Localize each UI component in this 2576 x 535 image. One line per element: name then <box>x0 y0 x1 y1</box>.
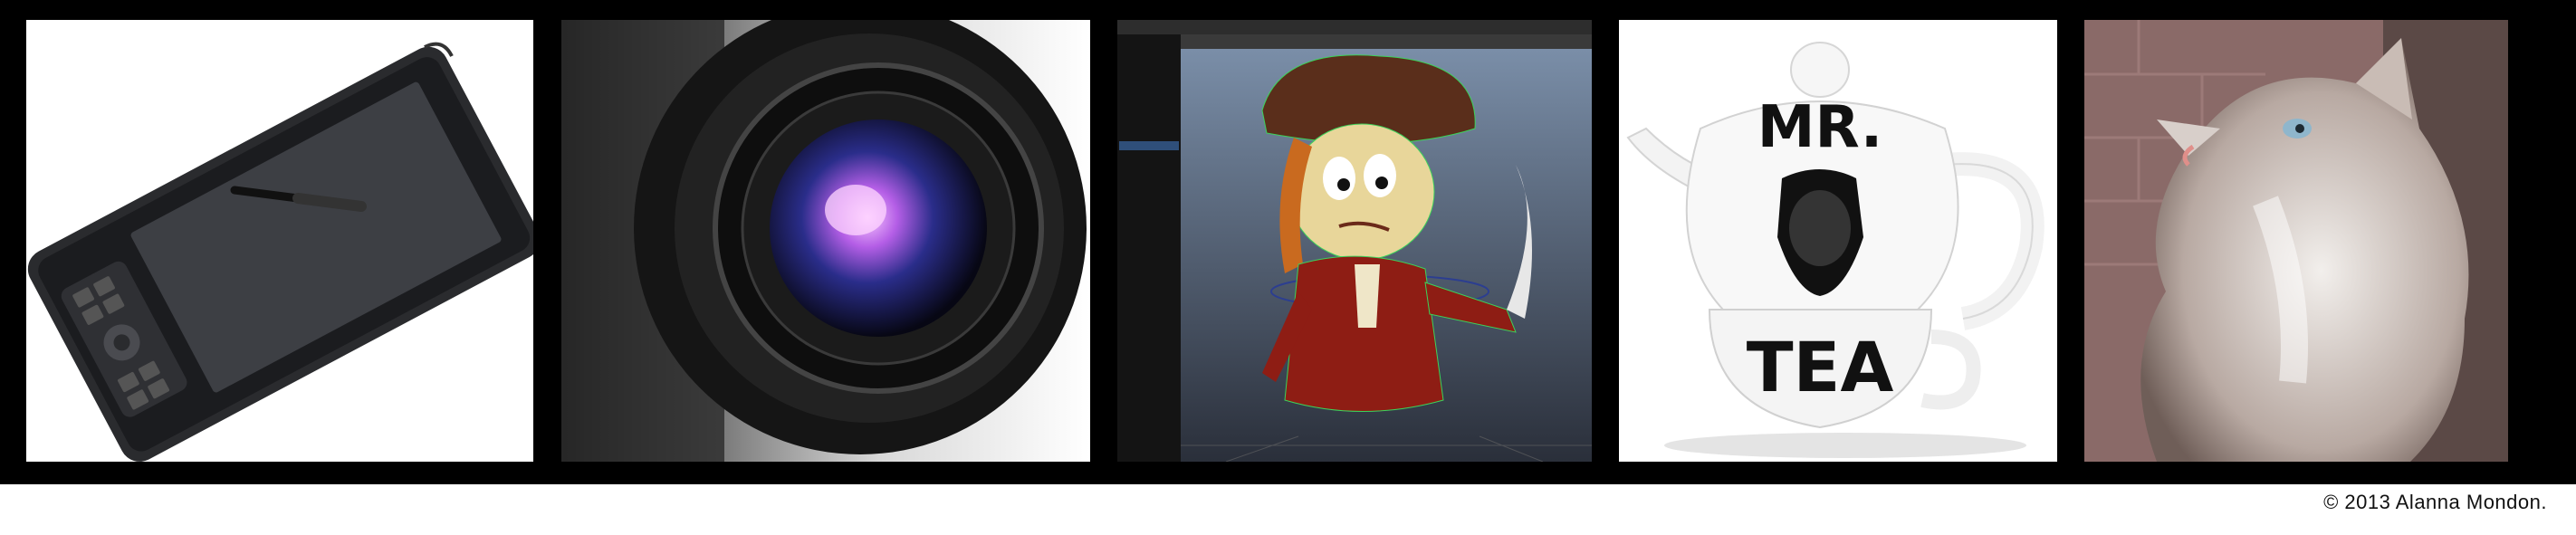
photo-mr-tea-teapot: MR. TEA <box>1619 20 2057 462</box>
3d-character-illustration <box>1117 20 1592 462</box>
teapot-text-mr: MR. <box>1757 94 1882 161</box>
teapot-illustration: MR. TEA <box>1619 20 2057 462</box>
photo-camera-lens <box>561 20 1090 462</box>
photo-drawing-tablet <box>26 20 533 462</box>
photo-cat <box>2084 20 2508 462</box>
photo-strip: MR. TEA <box>0 0 2576 484</box>
copyright-notice: © 2013 Alanna Mondon. <box>2323 491 2547 513</box>
teapot-text-tea: TEA <box>1747 327 1894 407</box>
photo-3d-software-screenshot <box>1117 20 1592 462</box>
camera-lens-illustration <box>561 20 1090 462</box>
cat-illustration <box>2084 20 2508 462</box>
tablet-illustration <box>26 20 533 462</box>
